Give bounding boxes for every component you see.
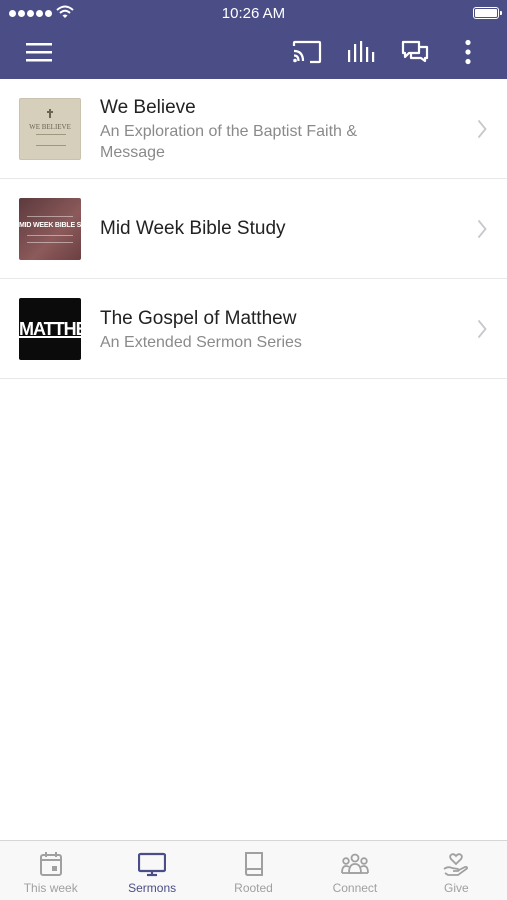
list-item[interactable]: MATTHEW The Gospel of Matthew An Extende… <box>0 279 507 379</box>
series-title: The Gospel of Matthew <box>100 308 297 329</box>
more-button[interactable] <box>458 38 478 66</box>
monitor-icon <box>138 852 167 877</box>
heart-hand-icon <box>443 853 469 876</box>
tab-rooted[interactable]: Rooted <box>203 841 304 900</box>
equalizer-icon <box>348 41 375 62</box>
chat-icon <box>401 40 429 63</box>
tab-label: Rooted <box>234 881 273 895</box>
battery-icon <box>473 7 502 19</box>
cast-icon <box>292 40 322 64</box>
tab-this-week[interactable]: This week <box>0 841 101 900</box>
tab-connect[interactable]: Connect <box>304 841 405 900</box>
series-title: Mid Week Bible Study <box>100 218 286 239</box>
chat-button[interactable] <box>400 38 430 66</box>
app-header: 10:26 AM <box>0 0 507 79</box>
chevron-right-icon <box>477 319 487 339</box>
menu-icon <box>26 43 52 62</box>
tab-bar: This week Sermons Rooted Connect Give <box>0 840 507 900</box>
series-thumbnail: WE BELIEVE <box>19 98 81 160</box>
tab-sermons[interactable]: Sermons <box>101 841 202 900</box>
sermon-series-list: WE BELIEVE We Believe An Exploration of … <box>0 79 507 379</box>
series-subtitle: An Exploration of the Baptist Faith & Me… <box>100 123 358 161</box>
menu-button[interactable] <box>24 38 54 66</box>
status-time: 10:26 AM <box>221 5 286 22</box>
chevron-right-icon <box>477 219 487 239</box>
book-icon <box>244 852 263 876</box>
series-subtitle: An Extended Sermon Series <box>100 334 302 351</box>
chevron-right-icon <box>477 119 487 139</box>
tab-label: Connect <box>332 881 378 895</box>
tab-label: Sermons <box>128 881 177 895</box>
series-thumbnail: MATTHEW <box>19 298 81 360</box>
series-title: We Believe <box>100 97 196 118</box>
more-vert-icon <box>465 39 471 65</box>
series-thumbnail: MID WEEK BIBLE STUDY <box>19 198 81 260</box>
tab-label: Give <box>443 881 469 895</box>
cast-button[interactable] <box>292 38 322 66</box>
tab-label: This week <box>23 881 78 895</box>
people-icon <box>341 853 369 874</box>
status-bar: 10:26 AM <box>0 0 507 28</box>
calendar-icon <box>39 852 62 876</box>
list-item[interactable]: MID WEEK BIBLE STUDY Mid Week Bible Stud… <box>0 179 507 279</box>
tab-give[interactable]: Give <box>406 841 507 900</box>
list-item[interactable]: WE BELIEVE We Believe An Exploration of … <box>0 79 507 179</box>
audio-button[interactable] <box>346 38 376 66</box>
